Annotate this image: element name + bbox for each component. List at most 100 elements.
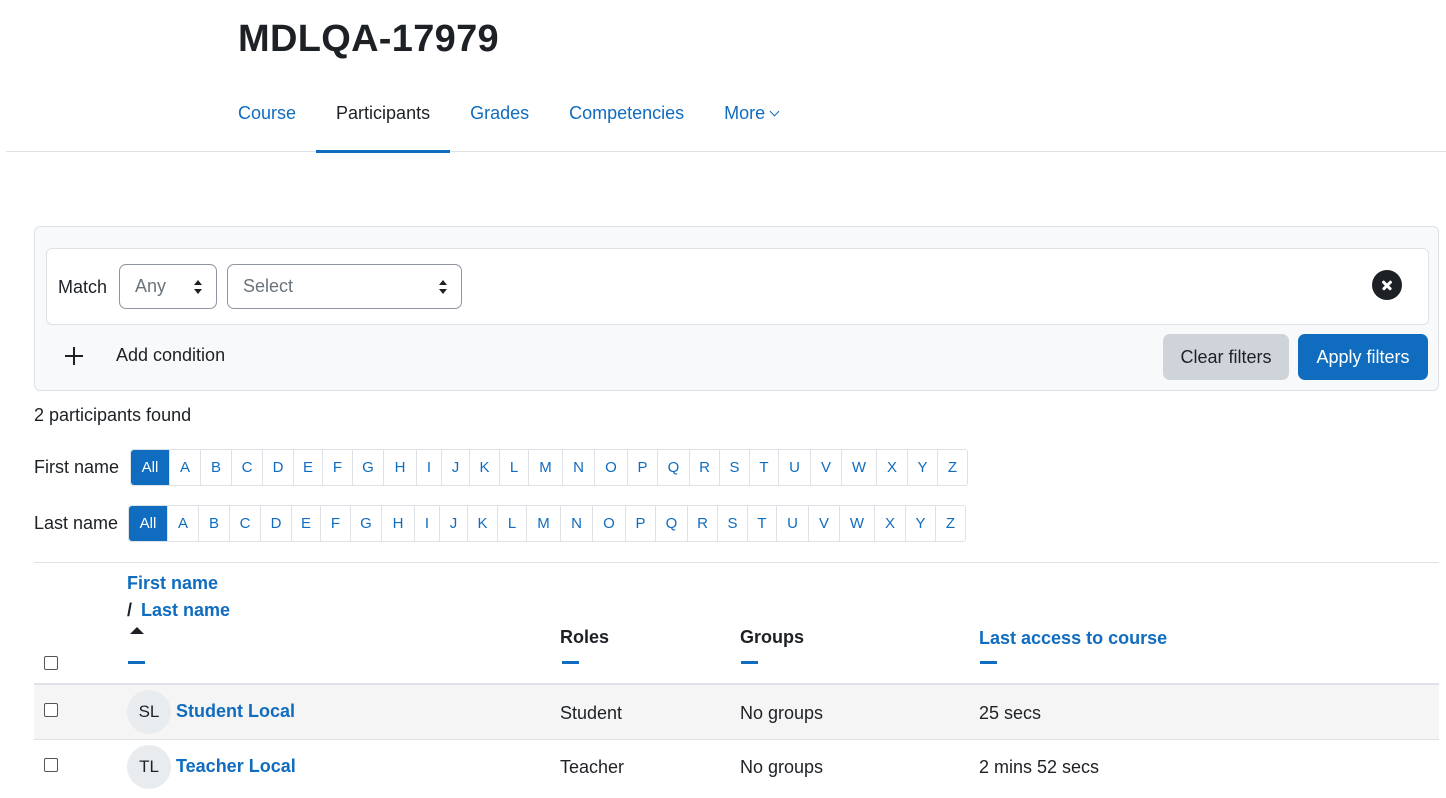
secondary-navigation: Course Participants Grades Competencies … [6,88,1446,153]
header-last-name-link[interactable]: Last name [141,600,230,621]
last-name-initial-j[interactable]: J [439,506,467,541]
nav-tabs: Course Participants Grades Competencies … [218,88,798,153]
user-groups: No groups [740,757,824,777]
row-checkbox[interactable] [44,703,58,717]
last-name-initial-d[interactable]: D [260,506,291,541]
first-name-initials: First name All A B C D E F G H I J K L M N O P Q R S T U V W X Y Z [34,449,968,486]
last-name-initial-m[interactable]: M [526,506,560,541]
select-arrows-icon [194,280,202,294]
select-arrows-icon [439,280,447,294]
filter-type-select[interactable]: Select [227,264,462,309]
first-name-initial-k[interactable]: K [469,450,499,485]
header-roles: Roles [560,627,610,647]
first-name-initial-f[interactable]: F [322,450,352,485]
chevron-down-icon [769,106,780,117]
first-name-initial-w[interactable]: W [841,450,876,485]
first-name-initial-z[interactable]: Z [937,450,967,485]
last-name-initial-a[interactable]: A [167,506,198,541]
row-checkbox[interactable] [44,758,58,772]
tab-more[interactable]: More [704,88,798,152]
tab-competencies[interactable]: Competencies [549,88,704,152]
add-condition-button[interactable]: Add condition [65,345,225,366]
first-name-initial-m[interactable]: M [528,450,562,485]
last-name-initial-r[interactable]: R [687,506,717,541]
sort-dash-icon[interactable] [980,661,997,664]
first-name-initial-x[interactable]: X [876,450,907,485]
first-name-initial-i[interactable]: I [416,450,441,485]
close-icon[interactable] [1372,270,1402,300]
page-title: MDLQA-17979 [238,18,499,60]
first-name-initial-d[interactable]: D [262,450,293,485]
tab-grades-label: Grades [470,103,530,123]
user-last-access: 25 secs [979,703,1042,723]
last-name-initials-label: Last name [34,513,119,533]
last-name-initial-v[interactable]: V [808,506,839,541]
last-name-initial-t[interactable]: T [747,506,776,541]
first-name-initial-q[interactable]: Q [657,450,689,485]
first-name-initial-r[interactable]: R [689,450,719,485]
last-name-initial-y[interactable]: Y [905,506,935,541]
first-name-initial-p[interactable]: P [627,450,657,485]
apply-filters-button[interactable]: Apply filters [1298,334,1428,380]
first-name-initial-c[interactable]: C [231,450,262,485]
first-name-initial-t[interactable]: T [749,450,778,485]
match-select-value: Any [135,276,167,296]
sort-dash-icon[interactable] [562,661,579,664]
last-name-initial-q[interactable]: Q [655,506,687,541]
sort-dash-icon[interactable] [128,661,145,664]
last-name-initial-o[interactable]: O [592,506,625,541]
last-name-initial-i[interactable]: I [414,506,439,541]
first-name-initial-u[interactable]: U [778,450,810,485]
header-last-access-link[interactable]: Last access to course [979,628,1167,649]
last-name-initial-c[interactable]: C [229,506,260,541]
last-name-initial-z[interactable]: Z [935,506,965,541]
header-slash: / [127,600,133,620]
first-name-initial-o[interactable]: O [594,450,627,485]
last-name-initial-all[interactable]: All [129,506,167,541]
clear-filters-button[interactable]: Clear filters [1163,334,1289,380]
last-name-initial-g[interactable]: G [350,506,381,541]
sort-dash-icon[interactable] [741,661,758,664]
first-name-initial-j[interactable]: J [441,450,469,485]
sort-ascending-icon [130,627,144,634]
last-name-initial-h[interactable]: H [381,506,414,541]
user-groups: No groups [740,703,824,723]
user-name-link[interactable]: Student Local [176,701,295,722]
first-name-initial-n[interactable]: N [562,450,594,485]
last-name-initial-x[interactable]: X [874,506,905,541]
first-name-initial-v[interactable]: V [810,450,841,485]
last-name-initial-e[interactable]: E [291,506,320,541]
tab-grades[interactable]: Grades [450,88,549,152]
select-all-checkbox[interactable] [44,656,58,670]
tab-participants[interactable]: Participants [316,88,451,153]
participants-found-count: 2 participants found [34,405,192,425]
tab-course[interactable]: Course [218,88,316,152]
last-name-initial-b[interactable]: B [198,506,229,541]
first-name-initial-g[interactable]: G [352,450,383,485]
filter-row: Match Any Select [46,248,1429,325]
last-name-initial-f[interactable]: F [320,506,350,541]
first-name-initial-all[interactable]: All [131,450,169,485]
last-name-initial-w[interactable]: W [839,506,874,541]
first-name-initial-e[interactable]: E [293,450,322,485]
last-name-initial-s[interactable]: S [717,506,747,541]
filter-panel: Match Any Select Add condition Clear fil… [34,226,1439,391]
user-last-access: 2 mins 52 secs [979,757,1100,777]
first-name-initial-b[interactable]: B [200,450,231,485]
last-name-initial-p[interactable]: P [625,506,655,541]
first-name-initial-a[interactable]: A [169,450,200,485]
first-name-initial-l[interactable]: L [499,450,528,485]
first-name-initial-h[interactable]: H [383,450,416,485]
last-name-initial-k[interactable]: K [467,506,497,541]
header-first-name-link[interactable]: First name [127,573,218,594]
last-name-initial-u[interactable]: U [776,506,808,541]
first-name-initial-s[interactable]: S [719,450,749,485]
last-name-initial-l[interactable]: L [497,506,526,541]
first-name-initial-y[interactable]: Y [907,450,937,485]
last-name-initial-n[interactable]: N [560,506,592,541]
user-name-link[interactable]: Teacher Local [176,756,296,777]
match-select[interactable]: Any [119,264,217,309]
tab-competencies-label: Competencies [569,103,685,123]
user-role: Teacher [560,757,625,777]
first-name-initials-label: First name [34,457,120,477]
